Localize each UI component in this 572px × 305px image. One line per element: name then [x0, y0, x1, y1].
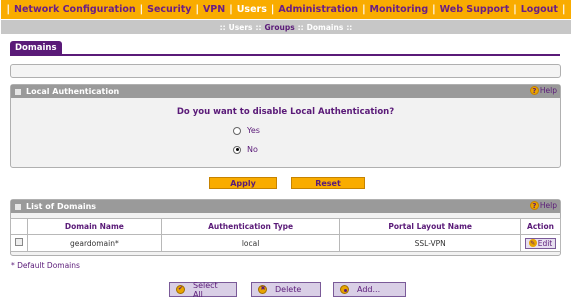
domains-title: List of Domains: [26, 202, 97, 211]
table-header-row: Domain Name Authentication Type Portal L…: [10, 218, 562, 235]
radio-yes[interactable]: Yes: [233, 126, 260, 135]
local-auth-header: Local Authentication ? Help: [11, 85, 560, 98]
pencil-icon: ✎: [528, 239, 537, 247]
nav-logout[interactable]: Logout: [521, 4, 558, 15]
domains-header: List of Domains ? Help: [11, 200, 560, 213]
portal-layout-cell: SSL-VPN: [339, 234, 521, 252]
nav-administration[interactable]: Administration: [278, 4, 358, 15]
nav-separator: |: [561, 4, 566, 15]
edit-button[interactable]: ✎ Edit: [524, 237, 557, 249]
help-link[interactable]: ? Help: [529, 86, 557, 95]
check-icon: [176, 285, 185, 294]
nav-security[interactable]: Security: [147, 4, 191, 15]
main-nav: | Network Configuration | Security | VPN…: [1, 0, 571, 19]
nav-monitoring[interactable]: Monitoring: [370, 4, 429, 15]
radio-no-label: No: [247, 145, 258, 154]
edit-label: Edit: [537, 238, 553, 248]
nav-separator: |: [270, 4, 275, 15]
radio-no[interactable]: No: [233, 145, 258, 154]
domains-table: Domain Name Authentication Type Portal L…: [10, 218, 562, 252]
delete-icon: [258, 285, 267, 294]
help-icon: ?: [529, 86, 539, 95]
help-label: Help: [539, 201, 557, 210]
subnav-users[interactable]: Users: [229, 23, 253, 32]
column-header-action: Action: [519, 218, 562, 235]
row-select-cell: [10, 234, 28, 252]
tab-domains[interactable]: Domains: [10, 41, 62, 55]
radio-no-button[interactable]: [233, 145, 241, 154]
nav-separator: |: [432, 4, 436, 15]
column-header-authentication-type: Authentication Type: [160, 218, 341, 235]
nav-separator: |: [6, 4, 11, 15]
default-domains-note: * Default Domains: [11, 261, 80, 270]
local-auth-question: Do you want to disable Local Authenticat…: [176, 107, 395, 117]
reset-button[interactable]: Reset: [291, 177, 365, 189]
subnav-separator: ::: [346, 22, 353, 32]
delete-button[interactable]: Delete: [251, 282, 321, 297]
subnav-separator: ::: [297, 22, 304, 32]
local-auth-title: Local Authentication: [26, 87, 120, 96]
message-box: [10, 64, 561, 78]
nav-separator: |: [139, 4, 144, 15]
action-cell: ✎ Edit: [519, 234, 562, 252]
domain-name-cell: geardomain*: [26, 234, 162, 252]
nav-web-support[interactable]: Web Support: [440, 4, 510, 15]
local-auth-panel: Local Authentication ? Help Do you want …: [10, 84, 561, 168]
column-header-portal-layout-name: Portal Layout Name: [339, 218, 521, 235]
radio-yes-label: Yes: [247, 126, 260, 135]
select-all-label: Select All: [192, 280, 218, 299]
delete-label: Delete: [275, 285, 302, 294]
select-column-header: [10, 218, 28, 235]
subnav-separator: ::: [255, 22, 262, 32]
nav-network-configuration[interactable]: Network Configuration: [14, 4, 136, 15]
subnav-groups[interactable]: Groups: [264, 23, 294, 32]
nav-users[interactable]: Users: [237, 4, 267, 15]
add-label: Add...: [357, 285, 381, 294]
table-row: geardomain* local SSL-VPN ✎ Edit: [10, 234, 562, 252]
select-all-button[interactable]: Select All: [169, 280, 237, 299]
subnav-domains[interactable]: Domains: [307, 23, 344, 32]
authentication-type-cell: local: [160, 234, 341, 252]
help-icon: ?: [529, 201, 539, 210]
nav-separator: |: [229, 4, 233, 15]
add-button[interactable]: Add...: [333, 282, 406, 297]
nav-separator: |: [195, 4, 199, 15]
column-header-domain-name: Domain Name: [26, 218, 162, 235]
add-icon: [340, 285, 349, 294]
help-label: Help: [539, 86, 557, 95]
grip-icon: [15, 203, 21, 210]
apply-button[interactable]: Apply: [209, 177, 277, 189]
row-checkbox[interactable]: [14, 238, 23, 246]
nav-separator: |: [513, 4, 517, 15]
nav-separator: |: [362, 4, 366, 15]
sub-nav: :: Users :: Groups :: Domains ::: [1, 20, 571, 34]
help-link[interactable]: ? Help: [529, 201, 557, 210]
grip-icon: [15, 88, 21, 95]
radio-yes-button[interactable]: [233, 126, 241, 135]
subnav-separator: ::: [219, 22, 226, 32]
nav-vpn[interactable]: VPN: [203, 4, 225, 15]
tab-underline: [10, 54, 560, 56]
